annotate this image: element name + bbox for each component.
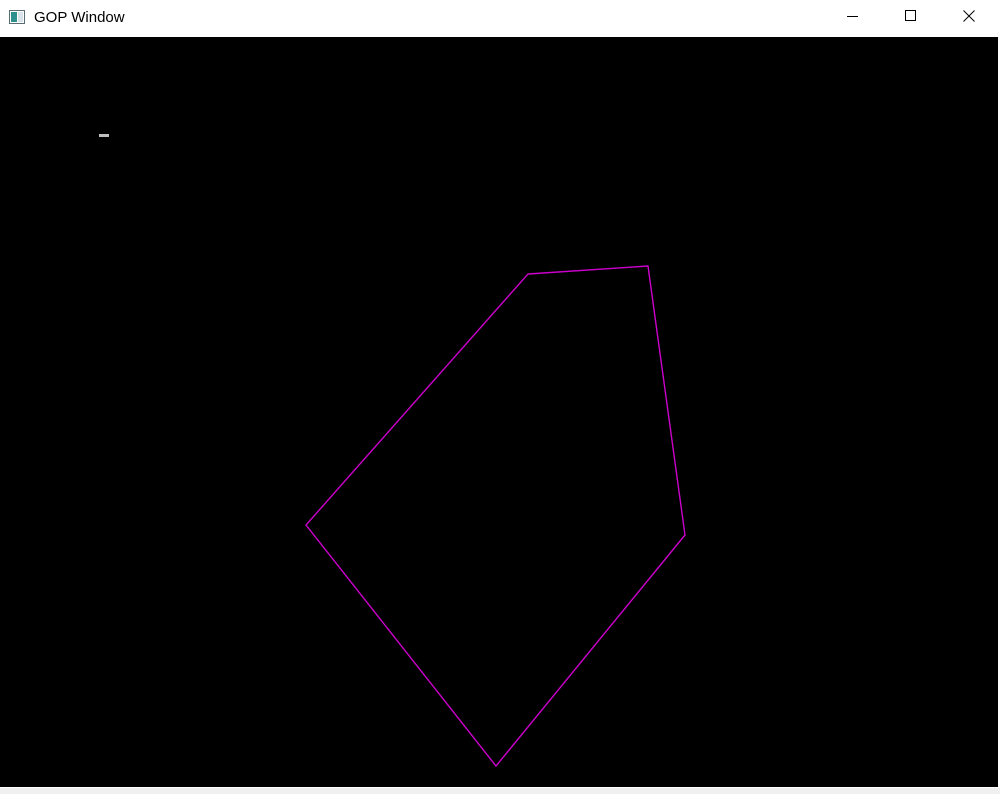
cursor-marker	[99, 134, 109, 137]
magenta-polygon	[305, 265, 686, 768]
minimize-icon	[847, 9, 859, 27]
drawing-canvas[interactable]	[0, 37, 998, 787]
window-title: GOP Window	[34, 9, 125, 26]
gop-window: GOP Window	[0, 0, 1000, 794]
app-window-icon	[9, 10, 25, 24]
close-button[interactable]	[940, 0, 998, 36]
canvas-svg	[99, 134, 686, 768]
maximize-icon	[905, 9, 917, 27]
taskbar-edge	[0, 788, 1000, 794]
close-icon	[963, 9, 975, 27]
minimize-button[interactable]	[824, 0, 882, 36]
maximize-button[interactable]	[882, 0, 940, 36]
title-bar[interactable]: GOP Window	[0, 0, 1000, 36]
